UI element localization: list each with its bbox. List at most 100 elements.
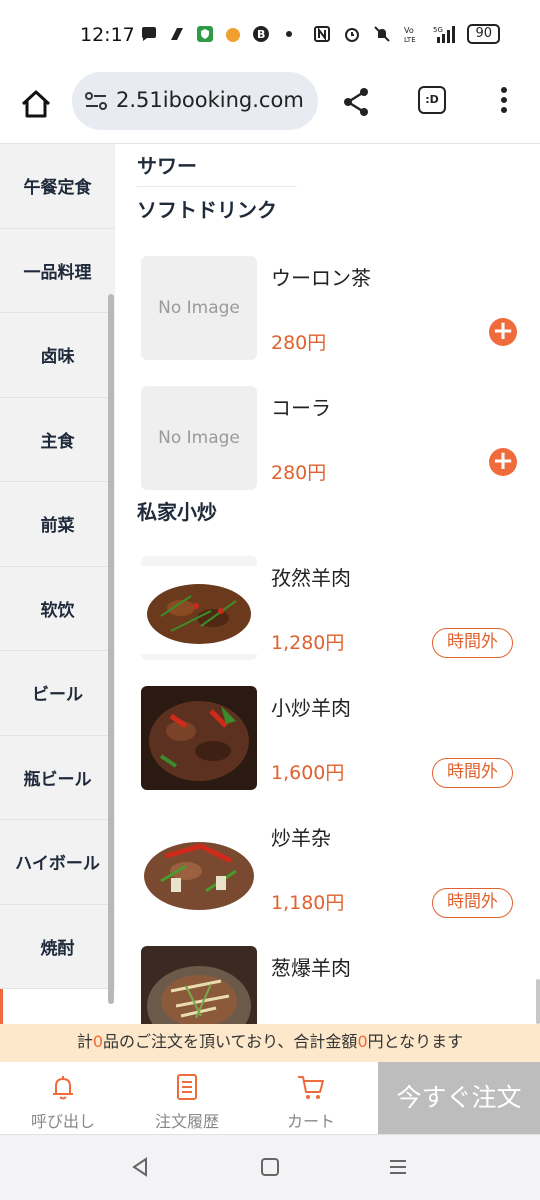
sidebar-item-bottle-beer[interactable]: 瓶ビール bbox=[0, 736, 115, 820]
nav-label-history: 注文履歴 bbox=[154, 1112, 219, 1131]
item-name: 孜然羊肉 bbox=[271, 566, 351, 590]
item-thumbnail-placeholder: No Image bbox=[141, 256, 257, 360]
add-to-cart-button[interactable]: + bbox=[489, 448, 517, 476]
sidebar-item-label: ビール bbox=[32, 685, 83, 706]
out-of-hours-badge: 時間外 bbox=[432, 758, 513, 788]
menu-item[interactable]: 炒羊杂 1,180円 時間外 bbox=[141, 816, 531, 920]
sidebar-item-shochu[interactable]: 焼酎 bbox=[0, 905, 115, 989]
sidebar-scrollbar[interactable] bbox=[108, 294, 114, 1004]
sidebar-item-soft-drink[interactable]: 软饮 bbox=[0, 567, 115, 651]
sidebar-item-label: 焼酎 bbox=[40, 938, 75, 959]
scallion-lamb-photo bbox=[141, 946, 257, 1024]
menu-item[interactable]: 葱爆羊肉 bbox=[141, 946, 531, 1024]
out-of-hours-badge: 時間外 bbox=[432, 628, 513, 658]
share-icon[interactable] bbox=[340, 86, 372, 118]
status-time: 12:17 bbox=[80, 24, 135, 46]
sidebar-item-label: 瓶ビール bbox=[23, 769, 92, 790]
item-price: 280円 bbox=[271, 462, 327, 484]
app-orange-icon bbox=[226, 28, 240, 42]
category-sidebar: 午餐定食 一品料理 卤味 主食 前菜 软饮 ビール 瓶ビール ハイボール 焼酎 bbox=[0, 144, 115, 1024]
svg-text:B: B bbox=[257, 28, 265, 41]
cart-button[interactable]: カート bbox=[256, 1062, 366, 1134]
category-title-stir-fry: 私家小炒 bbox=[137, 500, 217, 524]
volte-icon: VoLTE bbox=[404, 26, 416, 43]
notice-middle: 品のご注文を頂いており、合計金額 bbox=[103, 1032, 358, 1051]
site-settings-icon[interactable] bbox=[84, 91, 108, 111]
sidebar-item-appetizer[interactable]: 前菜 bbox=[0, 482, 115, 567]
chat-icon bbox=[142, 27, 156, 41]
menu-item[interactable]: No Image ウーロン茶 280円 + bbox=[141, 256, 531, 360]
order-total: 0 bbox=[357, 1032, 368, 1051]
no-image-text: No Image bbox=[158, 428, 240, 448]
home-icon[interactable] bbox=[18, 86, 54, 122]
lamb-stir-fry-photo bbox=[141, 686, 257, 790]
item-price: 1,180円 bbox=[271, 892, 345, 914]
more-menu-icon[interactable] bbox=[490, 84, 518, 116]
system-status-icons: Vo LTE 5G 90 bbox=[313, 24, 500, 44]
system-navigation-bar bbox=[0, 1134, 540, 1200]
app-icon bbox=[171, 28, 183, 40]
nav-label-cart: カート bbox=[286, 1112, 335, 1131]
out-of-hours-badge: 時間外 bbox=[432, 888, 513, 918]
item-price: 280円 bbox=[271, 332, 327, 354]
sidebar-item-label: 主食 bbox=[40, 431, 75, 452]
back-icon[interactable] bbox=[128, 1155, 152, 1179]
no-image-text: No Image bbox=[158, 298, 240, 318]
sidebar-item-label: ハイボール bbox=[15, 854, 100, 875]
dot-icon bbox=[286, 31, 292, 37]
cart-icon bbox=[298, 1076, 324, 1099]
signal-icon: 5G bbox=[433, 26, 456, 43]
sidebar-item-label: 卤味 bbox=[40, 347, 75, 368]
b-app-icon: B bbox=[253, 26, 269, 42]
svg-text:Vo: Vo bbox=[404, 26, 414, 35]
call-staff-button[interactable]: 呼び出し bbox=[8, 1062, 118, 1134]
item-name: コーラ bbox=[271, 396, 331, 420]
sidebar-item-braised[interactable]: 卤味 bbox=[0, 313, 115, 398]
receipt-icon bbox=[177, 1074, 197, 1100]
bottom-nav: 呼び出し 注文履歴 カート 今すぐ注文 bbox=[0, 1062, 540, 1134]
item-price: 1,600円 bbox=[271, 762, 345, 784]
svg-text:LTE: LTE bbox=[404, 36, 416, 43]
notice-suffix: 円となります bbox=[367, 1032, 464, 1051]
bell-icon bbox=[53, 1076, 73, 1100]
browser-toolbar: 2.51ibooking.com :D bbox=[0, 70, 540, 144]
category-divider bbox=[137, 186, 297, 187]
lamb-cumin-photo bbox=[141, 556, 257, 660]
item-thumbnail-placeholder: No Image bbox=[141, 386, 257, 490]
sidebar-item-active-partial[interactable] bbox=[0, 989, 115, 1024]
sidebar-item-staple[interactable]: 主食 bbox=[0, 398, 115, 482]
sidebar-item-label: 前菜 bbox=[40, 516, 75, 537]
order-summary-notice: 計0品のご注文を頂いており、合計金額0円となります bbox=[0, 1024, 540, 1062]
sidebar-item-label: 一品料理 bbox=[23, 262, 92, 283]
home-nav-icon[interactable] bbox=[258, 1155, 282, 1179]
menu-item[interactable]: 孜然羊肉 1,280円 時間外 bbox=[141, 556, 531, 660]
menu-content: サワー ソフトドリンク No Image ウーロン茶 280円 + No Ima… bbox=[115, 144, 540, 1024]
item-name: ウーロン茶 bbox=[271, 266, 371, 290]
content-scrollbar[interactable] bbox=[536, 979, 540, 1024]
sidebar-item-label: 软饮 bbox=[40, 600, 75, 621]
address-bar[interactable]: 2.51ibooking.com bbox=[72, 72, 318, 130]
tab-switcher-button[interactable]: :D bbox=[418, 86, 446, 114]
notification-icons: B bbox=[140, 25, 298, 43]
menu-item[interactable]: No Image コーラ 280円 + bbox=[141, 386, 531, 490]
svg-text:5G: 5G bbox=[433, 26, 443, 34]
order-now-button[interactable]: 今すぐ注文 bbox=[378, 1062, 540, 1134]
sidebar-item-beer[interactable]: ビール bbox=[0, 651, 115, 736]
sidebar-item-label: 午餐定食 bbox=[23, 178, 92, 199]
add-to-cart-button[interactable]: + bbox=[489, 318, 517, 346]
recents-icon[interactable] bbox=[386, 1155, 410, 1179]
category-title-soft-drink: ソフトドリンク bbox=[137, 198, 277, 222]
item-price: 1,280円 bbox=[271, 632, 345, 654]
nfc-icon bbox=[314, 26, 331, 42]
category-title-sour: サワー bbox=[137, 154, 197, 178]
order-history-button[interactable]: 注文履歴 bbox=[132, 1062, 242, 1134]
item-name: 炒羊杂 bbox=[271, 826, 331, 850]
sidebar-item-highball[interactable]: ハイボール bbox=[0, 820, 115, 905]
shield-icon bbox=[197, 26, 213, 42]
menu-item[interactable]: 小炒羊肉 1,600円 時間外 bbox=[141, 686, 531, 790]
notice-prefix: 計 bbox=[76, 1032, 93, 1051]
sidebar-item-single-dish[interactable]: 一品料理 bbox=[0, 229, 115, 313]
sidebar-item-lunch-set[interactable]: 午餐定食 bbox=[0, 144, 115, 229]
lamb-offal-photo bbox=[141, 816, 257, 920]
order-count: 0 bbox=[92, 1032, 104, 1051]
